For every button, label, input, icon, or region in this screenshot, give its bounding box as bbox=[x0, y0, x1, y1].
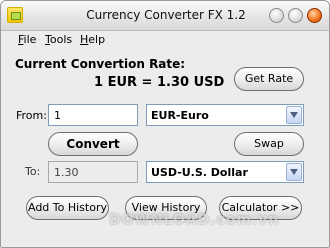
app-window: Currency Converter FX 1.2 File Tools Hel… bbox=[0, 0, 330, 248]
chevron-down-icon bbox=[290, 169, 298, 175]
convert-button[interactable]: Convert bbox=[48, 132, 138, 156]
menu-bar: File Tools Help bbox=[1, 31, 329, 48]
rate-heading: Current Convertion Rate: bbox=[15, 57, 186, 71]
to-currency-select[interactable]: USD-U.S. Dollar bbox=[146, 161, 304, 183]
from-currency-value: EUR-Euro bbox=[151, 109, 209, 122]
maximize-button[interactable] bbox=[288, 8, 303, 23]
to-amount-field: 1.30 bbox=[48, 161, 138, 183]
menu-help[interactable]: Help bbox=[80, 33, 105, 46]
menu-file[interactable]: File bbox=[18, 33, 36, 46]
rate-value: 1 EUR = 1.30 USD bbox=[94, 75, 225, 90]
from-currency-dropdown-button[interactable] bbox=[286, 106, 302, 124]
watermark: DOWNLOAD.com.vn bbox=[109, 212, 280, 228]
swap-button[interactable]: Swap bbox=[234, 132, 304, 156]
get-rate-button[interactable]: Get Rate bbox=[234, 67, 304, 91]
menu-tools[interactable]: Tools bbox=[45, 33, 72, 46]
minimize-button[interactable] bbox=[269, 8, 284, 23]
add-to-history-button[interactable]: Add To History bbox=[26, 196, 109, 220]
title-bar[interactable]: Currency Converter FX 1.2 bbox=[1, 1, 329, 31]
chevron-down-icon bbox=[290, 112, 298, 118]
to-label: To: bbox=[25, 165, 41, 178]
to-currency-dropdown-button[interactable] bbox=[286, 163, 302, 181]
to-currency-value: USD-U.S. Dollar bbox=[151, 166, 248, 179]
from-label: From: bbox=[16, 109, 47, 122]
close-button[interactable] bbox=[307, 8, 322, 23]
from-amount-input[interactable]: 1 bbox=[48, 104, 138, 126]
from-currency-select[interactable]: EUR-Euro bbox=[146, 104, 304, 126]
